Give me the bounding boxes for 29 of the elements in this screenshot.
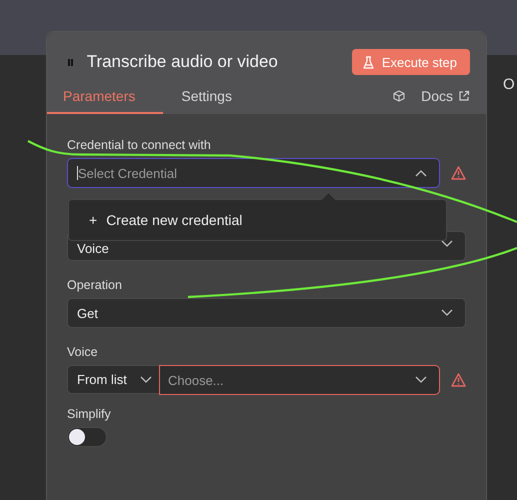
select-placeholder: Choose... <box>168 372 224 388</box>
cube-icon[interactable] <box>393 90 406 102</box>
flask-icon <box>362 56 374 68</box>
chevron-icon <box>415 169 427 177</box>
select-value: Voice <box>77 241 109 256</box>
select-field[interactable]: Select Credential <box>67 158 440 188</box>
field-label: Simplify <box>67 407 112 421</box>
dropdown-item[interactable]: + Create new credential <box>69 212 242 228</box>
field-label: Credential to connect with <box>67 137 212 153</box>
mode-select[interactable]: From list <box>67 365 159 394</box>
drag-handle-icon[interactable] <box>68 58 73 66</box>
chevron-icon <box>140 376 152 384</box>
tab[interactable]: Parameters <box>47 88 164 114</box>
chevron-icon <box>441 309 453 317</box>
tab[interactable]: Settings <box>165 88 246 114</box>
field-label: Voice <box>67 344 99 360</box>
select-value: Get <box>77 306 98 320</box>
select-field[interactable]: Get <box>67 298 466 328</box>
select-field[interactable]: Choose... <box>159 365 440 395</box>
toggle-switch[interactable] <box>67 427 107 447</box>
docs-link[interactable]: Docs <box>421 88 470 104</box>
external-link-icon <box>458 90 470 102</box>
chevron-icon <box>415 376 427 384</box>
execute-button[interactable]: Execute step <box>352 49 470 75</box>
field-label: Operation <box>67 277 123 293</box>
chevron-icon <box>441 240 453 248</box>
select-placeholder: Select Credential <box>78 166 177 180</box>
side-text: O <box>503 76 515 93</box>
window-title: Transcribe audio or video <box>86 52 278 72</box>
